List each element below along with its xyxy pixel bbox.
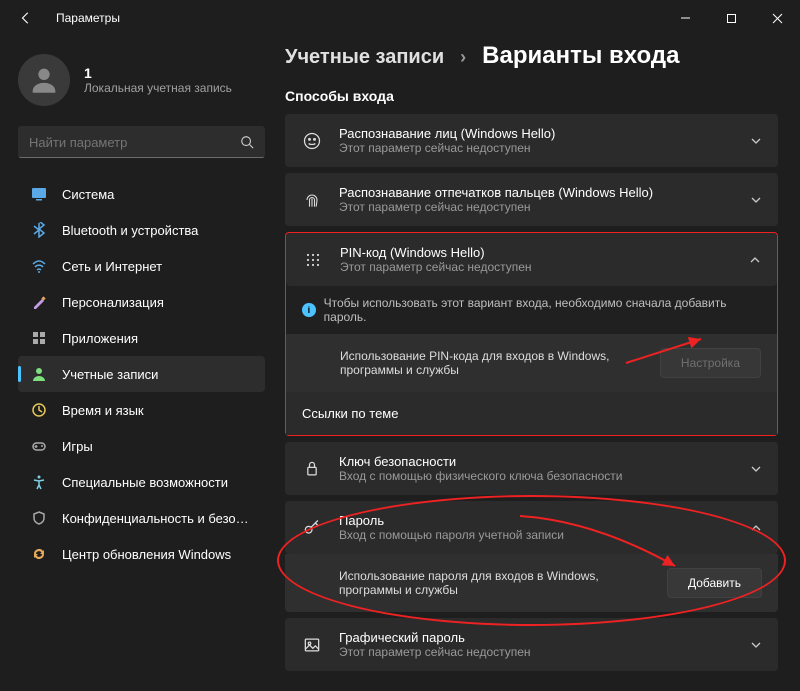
sidebar-item-network[interactable]: Сеть и Интернет xyxy=(18,248,265,284)
password-title: Пароль xyxy=(339,513,734,528)
option-fingerprint[interactable]: Распознавание отпечатков пальцев (Window… xyxy=(285,173,778,226)
privacy-icon xyxy=(30,509,48,527)
update-icon xyxy=(30,545,48,563)
search-input[interactable] xyxy=(29,135,240,150)
chevron-down-icon xyxy=(750,194,762,206)
sidebar-item-time[interactable]: Время и язык xyxy=(18,392,265,428)
sidebar-item-bluetooth[interactable]: Bluetooth и устройства xyxy=(18,212,265,248)
search-box[interactable] xyxy=(18,126,265,158)
pin-info-text: Чтобы использовать этот вариант входа, н… xyxy=(324,296,761,324)
option-password-highlight: Пароль Вход с помощью пароля учетной зап… xyxy=(285,501,778,612)
sidebar-item-accounts[interactable]: Учетные записи xyxy=(18,356,265,392)
sidebar-item-label: Bluetooth и устройства xyxy=(62,223,253,238)
password-sub: Вход с помощью пароля учетной записи xyxy=(339,528,734,542)
chevron-up-icon xyxy=(750,522,762,534)
breadcrumb-sep: › xyxy=(460,47,466,68)
sidebar-item-update[interactable]: Центр обновления Windows xyxy=(18,536,265,572)
face-title: Распознавание лиц (Windows Hello) xyxy=(339,126,734,141)
pin-title: PIN-код (Windows Hello) xyxy=(340,245,733,260)
sidebar-item-apps[interactable]: Приложения xyxy=(18,320,265,356)
sidebar-item-label: Игры xyxy=(62,439,253,454)
sidebar-item-label: Система xyxy=(62,187,253,202)
breadcrumb-lvl1[interactable]: Учетные записи xyxy=(285,46,444,69)
chevron-down-icon xyxy=(750,463,762,475)
chevron-down-icon xyxy=(750,639,762,651)
profile-name: 1 xyxy=(84,65,232,81)
gaming-icon xyxy=(30,437,48,455)
finger-title: Распознавание отпечатков пальцев (Window… xyxy=(339,185,734,200)
sidebar-item-label: Приложения xyxy=(62,331,253,346)
accounts-icon xyxy=(30,365,48,383)
password-desc: Использование пароля для входов в Window… xyxy=(339,569,655,597)
picture-title: Графический пароль xyxy=(339,630,734,645)
option-picture-password[interactable]: Графический пароль Этот параметр сейчас … xyxy=(285,618,778,671)
option-pin-highlight: PIN-код (Windows Hello) Этот параметр се… xyxy=(285,232,778,436)
picture-icon xyxy=(301,635,323,655)
search-icon xyxy=(240,135,254,149)
sidebar-item-privacy[interactable]: Конфиденциальность и безопасность xyxy=(18,500,265,536)
key-sub: Вход с помощью физического ключа безопас… xyxy=(339,469,734,483)
titlebar: Параметры xyxy=(0,0,800,36)
option-pin[interactable]: PIN-код (Windows Hello) Этот параметр се… xyxy=(286,233,777,286)
sidebar-item-label: Конфиденциальность и безопасность xyxy=(62,511,253,526)
sidebar-item-label: Персонализация xyxy=(62,295,253,310)
sidebar-item-accessibility[interactable]: Специальные возможности xyxy=(18,464,265,500)
chevron-down-icon xyxy=(750,135,762,147)
avatar xyxy=(18,54,70,106)
profile-block[interactable]: 1 Локальная учетная запись xyxy=(18,54,265,106)
pin-info: i Чтобы использовать этот вариант входа,… xyxy=(286,286,777,334)
main-content: Учетные записи › Варианты входа Способы … xyxy=(275,36,800,691)
personalization-icon xyxy=(30,293,48,311)
pin-config-row: Использование PIN-кода для входов в Wind… xyxy=(286,334,777,392)
option-face[interactable]: Распознавание лиц (Windows Hello) Этот п… xyxy=(285,114,778,167)
sidebar: 1 Локальная учетная запись Система Blueto… xyxy=(0,36,275,691)
sidebar-item-personalization[interactable]: Персонализация xyxy=(18,284,265,320)
profile-sub: Локальная учетная запись xyxy=(84,81,232,95)
finger-sub: Этот параметр сейчас недоступен xyxy=(339,200,734,214)
password-add-button[interactable]: Добавить xyxy=(667,568,762,598)
minimize-button[interactable] xyxy=(662,0,708,36)
fingerprint-icon xyxy=(301,190,323,210)
breadcrumb-lvl2: Варианты входа xyxy=(482,42,679,70)
app-title: Параметры xyxy=(56,11,120,25)
apps-icon xyxy=(30,329,48,347)
sidebar-item-system[interactable]: Система xyxy=(18,176,265,212)
info-icon: i xyxy=(302,303,316,317)
sidebar-item-label: Специальные возможности xyxy=(62,475,253,490)
time-icon xyxy=(30,401,48,419)
network-icon xyxy=(30,257,48,275)
bluetooth-icon xyxy=(30,221,48,239)
chevron-up-icon xyxy=(749,254,761,266)
close-button[interactable] xyxy=(754,0,800,36)
password-icon xyxy=(301,518,323,538)
password-config-row: Использование пароля для входов в Window… xyxy=(285,554,778,612)
pin-setup-button[interactable]: Настройка xyxy=(660,348,761,378)
sidebar-item-gaming[interactable]: Игры xyxy=(18,428,265,464)
pin-icon xyxy=(302,250,324,270)
nav-list: Система Bluetooth и устройства Сеть и Инте… xyxy=(18,176,265,572)
sidebar-item-label: Учетные записи xyxy=(62,367,253,382)
picture-sub: Этот параметр сейчас недоступен xyxy=(339,645,734,659)
face-sub: Этот параметр сейчас недоступен xyxy=(339,141,734,155)
pin-desc: Использование PIN-кода для входов в Wind… xyxy=(340,349,648,377)
pin-sub: Этот параметр сейчас недоступен xyxy=(340,260,733,274)
key-title: Ключ безопасности xyxy=(339,454,734,469)
pin-related-links[interactable]: Ссылки по теме xyxy=(286,392,777,435)
breadcrumb: Учетные записи › Варианты входа xyxy=(285,42,778,70)
sidebar-item-label: Сеть и Интернет xyxy=(62,259,253,274)
system-icon xyxy=(30,185,48,203)
sidebar-item-label: Центр обновления Windows xyxy=(62,547,253,562)
maximize-button[interactable] xyxy=(708,0,754,36)
option-password[interactable]: Пароль Вход с помощью пароля учетной зап… xyxy=(285,501,778,554)
back-button[interactable] xyxy=(8,0,44,36)
section-heading: Способы входа xyxy=(285,88,778,104)
key-icon xyxy=(301,459,323,479)
sidebar-item-label: Время и язык xyxy=(62,403,253,418)
face-icon xyxy=(301,131,323,151)
accessibility-icon xyxy=(30,473,48,491)
option-security-key[interactable]: Ключ безопасности Вход с помощью физичес… xyxy=(285,442,778,495)
